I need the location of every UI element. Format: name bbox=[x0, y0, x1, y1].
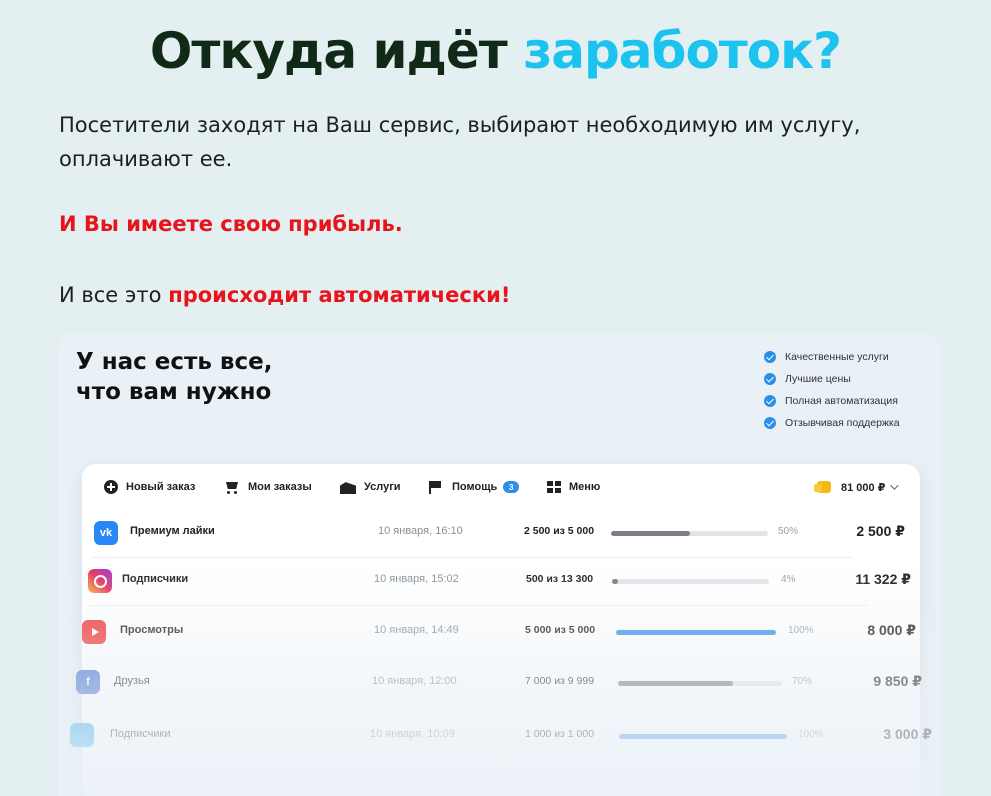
instagram-icon bbox=[88, 569, 112, 593]
grid-icon bbox=[547, 481, 561, 493]
nav-my-orders[interactable]: Мои заказы bbox=[224, 478, 312, 496]
auto-text: И все это происходит автоматически! bbox=[59, 278, 510, 312]
order-date: 10 января, 16:10 bbox=[378, 525, 463, 537]
nav-new-order[interactable]: Новый заказ bbox=[104, 478, 195, 496]
feature-label: Лучшие цены bbox=[785, 373, 851, 385]
progress-bar bbox=[611, 531, 768, 536]
order-service: Подписчики bbox=[122, 573, 189, 585]
order-service: Друзья bbox=[114, 675, 150, 687]
twitter-icon bbox=[70, 723, 94, 747]
order-price: 8 000 ₽ bbox=[867, 622, 916, 638]
top-nav: Новый заказ Мои заказы Услуги Помощь 3 М… bbox=[82, 464, 920, 510]
order-date: 10 января, 14:49 bbox=[374, 624, 459, 636]
help-badge: 3 bbox=[503, 481, 520, 493]
feature-label: Качественные услуги bbox=[785, 351, 889, 363]
mockup-title-line1: У нас есть все, bbox=[76, 349, 273, 375]
order-percent: 100% bbox=[798, 729, 824, 740]
order-row[interactable]: Просмотры 10 января, 14:49 5 000 из 5 00… bbox=[78, 606, 916, 654]
order-progress-text: 500 из 13 300 bbox=[526, 573, 594, 585]
order-progress-text: 1 000 из 1 000 bbox=[525, 728, 595, 740]
feature-item: Отзывчивая поддержка bbox=[764, 412, 900, 434]
order-service: Просмотры bbox=[120, 624, 184, 636]
headline-part2: заработок? bbox=[523, 22, 842, 80]
intro-text: Посетители заходят на Ваш сервис, выбира… bbox=[59, 113, 861, 171]
vk-icon: vk bbox=[94, 521, 118, 545]
order-price: 2 500 ₽ bbox=[856, 523, 905, 539]
progress-fill bbox=[612, 579, 619, 584]
order-price: 9 850 ₽ bbox=[873, 673, 922, 689]
feature-item: Полная автоматизация bbox=[764, 390, 900, 412]
auto-text-prefix: И все это bbox=[59, 283, 162, 307]
order-date: 10 января, 10:09 bbox=[370, 728, 455, 740]
nav-services-label: Услуги bbox=[364, 481, 401, 493]
auto-text-highlight: происходит автоматически! bbox=[168, 283, 511, 307]
order-row[interactable]: Подписчики 10 января, 15:02 500 из 13 30… bbox=[80, 558, 911, 606]
orders-panel: Новый заказ Мои заказы Услуги Помощь 3 М… bbox=[70, 464, 932, 796]
feature-label: Полная автоматизация bbox=[785, 395, 898, 407]
feature-list: Качественные услуги Лучшие цены Полная а… bbox=[764, 346, 900, 434]
mockup-title-line2: что вам нужно bbox=[76, 379, 272, 405]
order-row[interactable]: Подписчики 10 января, 10:09 1 000 из 1 0… bbox=[70, 710, 932, 758]
dashboard-mockup: У нас есть все, что вам нужно Качественн… bbox=[58, 333, 940, 796]
services-icon bbox=[340, 482, 356, 494]
order-price: 11 322 ₽ bbox=[855, 571, 911, 587]
check-icon bbox=[764, 417, 776, 429]
plus-icon bbox=[104, 480, 118, 494]
balance-dropdown[interactable]: 81 000 ₽ bbox=[814, 478, 900, 496]
nav-menu[interactable]: Меню bbox=[547, 478, 600, 496]
nav-menu-label: Меню bbox=[569, 481, 601, 493]
order-percent: 100% bbox=[788, 625, 814, 636]
check-icon bbox=[764, 351, 776, 363]
feature-item: Лучшие цены bbox=[764, 368, 900, 390]
order-row[interactable]: f Друзья 10 января, 12:00 7 000 из 9 999… bbox=[74, 658, 922, 706]
nav-my-orders-label: Мои заказы bbox=[248, 481, 312, 493]
chevron-down-icon bbox=[890, 481, 900, 490]
order-percent: 50% bbox=[778, 526, 799, 537]
facebook-icon: f bbox=[76, 670, 100, 694]
balance-value: 81 000 ₽ bbox=[841, 481, 886, 494]
order-progress-text: 5 000 из 5 000 bbox=[525, 624, 596, 636]
nav-new-order-label: Новый заказ bbox=[126, 481, 196, 493]
progress-fill bbox=[619, 734, 787, 739]
coins-icon bbox=[814, 481, 831, 493]
progress-fill bbox=[618, 681, 733, 686]
nav-services[interactable]: Услуги bbox=[340, 478, 401, 496]
order-row[interactable]: vk Премиум лайки 10 января, 16:10 2 500 … bbox=[82, 510, 905, 558]
nav-help-label: Помощь bbox=[452, 481, 498, 493]
headline-part1: Откуда идёт bbox=[149, 22, 508, 80]
order-date: 10 января, 12:00 bbox=[372, 675, 457, 687]
progress-bar bbox=[619, 734, 787, 739]
progress-bar bbox=[618, 681, 782, 686]
order-service: Премиум лайки bbox=[130, 525, 215, 537]
progress-fill bbox=[616, 630, 776, 635]
headline: Откуда идёт заработок? bbox=[0, 22, 991, 80]
nav-help[interactable]: Помощь 3 bbox=[428, 478, 520, 496]
order-price: 3 000 ₽ bbox=[883, 726, 932, 742]
order-percent: 4% bbox=[781, 574, 796, 585]
order-date: 10 января, 15:02 bbox=[374, 573, 459, 585]
progress-bar bbox=[612, 579, 769, 584]
order-progress-text: 2 500 из 5 000 bbox=[524, 525, 595, 537]
feature-item: Качественные услуги bbox=[764, 346, 900, 368]
profit-text: И Вы имеете свою прибыль. bbox=[59, 212, 403, 236]
order-percent: 70% bbox=[792, 676, 813, 687]
flag-icon bbox=[428, 480, 444, 494]
order-progress-text: 7 000 из 9 999 bbox=[525, 675, 595, 687]
order-service: Подписчики bbox=[110, 728, 171, 740]
check-icon bbox=[764, 395, 776, 407]
mockup-title: У нас есть все, что вам нужно bbox=[76, 347, 272, 407]
youtube-icon bbox=[82, 620, 106, 644]
progress-bar bbox=[616, 630, 776, 635]
progress-fill bbox=[611, 531, 690, 536]
check-icon bbox=[764, 373, 776, 385]
cart-icon bbox=[224, 480, 240, 494]
feature-label: Отзывчивая поддержка bbox=[785, 417, 900, 429]
